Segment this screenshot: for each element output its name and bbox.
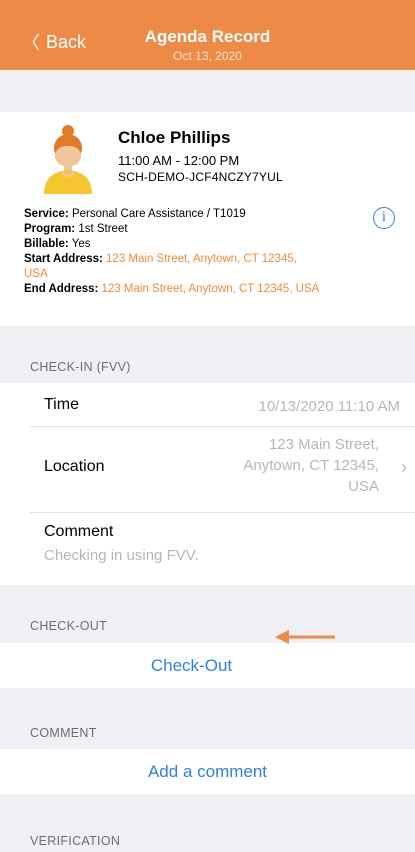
navigation-bar: 〈 Back Agenda Record Oct 13, 2020 — [0, 0, 415, 70]
service-value: Personal Care Assistance / T1019 — [71, 208, 246, 220]
service-line: Service: Personal Care Assistance / T101… — [24, 207, 374, 222]
end-address-line: End Address: 123 Main Street, Anytown, C… — [24, 282, 374, 297]
start-address-line: Start Address: 123 Main Street, Anytown,… — [24, 252, 314, 282]
program-label: Program: — [24, 223, 76, 235]
row-divider — [30, 512, 415, 513]
location-line-1: 123 Main Street, — [268, 436, 379, 453]
billable-label: Billable: — [24, 238, 69, 250]
program-value: 1st Street — [78, 223, 128, 235]
billable-line: Billable: Yes — [24, 237, 374, 252]
chevron-right-icon: › — [401, 457, 407, 477]
checkin-location-row[interactable]: Location 123 Main Street, Anytown, CT 12… — [0, 427, 415, 512]
billable-value: Yes — [71, 238, 91, 250]
checkin-time-label: Time — [44, 396, 79, 413]
checkin-section-header: CHECK-IN (FVV) — [30, 360, 131, 374]
location-line-3: USA — [348, 478, 379, 495]
page-subtitle: Oct 13, 2020 — [173, 49, 242, 63]
checkin-comment-label: Comment — [44, 523, 114, 540]
checkin-location-label: Location — [44, 458, 105, 475]
page-title: Agenda Record — [144, 27, 271, 46]
checkin-location-value: 123 Main Street, Anytown, CT 12345, USA — [243, 434, 379, 497]
arrow-left-icon — [275, 630, 335, 644]
checkin-group: Time 10/13/2020 11:10 AM Location 123 Ma… — [0, 383, 415, 585]
schedule-id: SCH-DEMO-JCF4NCZY7YUL — [118, 170, 283, 184]
service-label: Service: — [24, 208, 69, 220]
checkout-group: Check-Out — [0, 643, 415, 688]
comment-group: Add a comment — [0, 749, 415, 794]
add-comment-button[interactable]: Add a comment — [0, 762, 415, 782]
checkout-section-header: CHECK-OUT — [30, 619, 108, 633]
location-line-2: Anytown, CT 12345, — [243, 457, 379, 474]
avatar — [44, 125, 92, 194]
end-address-label: End Address: — [24, 283, 99, 295]
program-line: Program: 1st Street — [24, 222, 374, 237]
visit-time: 11:00 AM - 12:00 PM — [118, 153, 240, 168]
checkin-time-value: 10/13/2020 11:10 AM — [258, 398, 400, 415]
start-address-label: Start Address: — [24, 253, 103, 265]
info-icon[interactable]: i — [373, 207, 395, 229]
verification-section-header: VERIFICATION — [30, 834, 121, 848]
client-name: Chloe Phillips — [118, 128, 231, 147]
end-address-link[interactable]: 123 Main Street, Anytown, CT 12345, USA — [102, 283, 320, 295]
check-out-button[interactable]: Check-Out — [0, 656, 415, 676]
client-card: Chloe Phillips 11:00 AM - 12:00 PM SCH-D… — [0, 112, 415, 326]
checkin-comment-value: Checking in using FVV. — [44, 547, 199, 564]
visit-details: Service: Personal Care Assistance / T101… — [24, 207, 374, 297]
comment-section-header: COMMENT — [30, 726, 97, 740]
